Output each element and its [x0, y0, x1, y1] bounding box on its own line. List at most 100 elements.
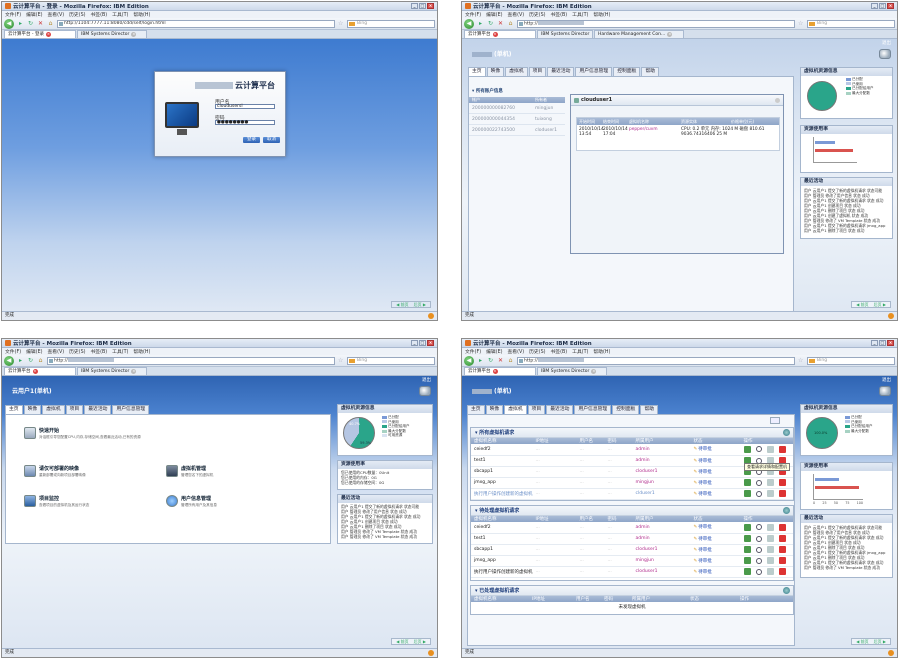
edit-icon[interactable]	[766, 557, 774, 564]
logout-link[interactable]: 退出	[422, 377, 431, 383]
edit-icon[interactable]	[766, 523, 774, 531]
close-dialog-icon[interactable]	[775, 98, 780, 103]
menu-view[interactable]: 查看(V)	[507, 11, 524, 18]
browser-tab-hmc[interactable]: Hardware Management Con... ×	[594, 30, 684, 38]
tab-images[interactable]: 映像	[486, 67, 505, 76]
table-row[interactable]: sbcapp1.........cloduser1待审批	[471, 544, 793, 556]
add-icon[interactable]	[743, 546, 751, 553]
project-monitor-item[interactable]: 项目监控 查看项目的虚拟机及其运行状态	[24, 495, 154, 508]
menu-help[interactable]: 帮助(H)	[133, 348, 150, 355]
table-row[interactable]: 200000000082760 mingjun	[469, 103, 565, 114]
edit-icon[interactable]	[766, 546, 774, 553]
search-input[interactable]: Bing	[807, 356, 895, 365]
approve-link[interactable]: 待审批	[694, 459, 712, 464]
home-icon[interactable]: ⌂	[47, 20, 54, 27]
edit-icon[interactable]	[766, 568, 774, 575]
add-icon[interactable]	[743, 535, 751, 542]
tab-vms[interactable]: 虚拟机	[504, 405, 527, 414]
menu-view[interactable]: 查看(V)	[47, 11, 64, 18]
edit-icon[interactable]	[766, 490, 774, 497]
approve-link[interactable]: 待审批	[694, 525, 712, 530]
stop-icon[interactable]: ✕	[37, 20, 44, 27]
search-icon[interactable]	[755, 479, 762, 486]
menu-tools[interactable]: 工具(T)	[572, 11, 588, 18]
logout-link[interactable]: 退出	[882, 40, 891, 46]
menu-tools[interactable]: 工具(T)	[112, 348, 128, 355]
menu-file[interactable]: 文件(F)	[5, 348, 21, 355]
tab-projects[interactable]: 项目	[527, 405, 546, 414]
search-input[interactable]: Bing	[807, 19, 895, 28]
menu-tools[interactable]: 工具(T)	[572, 348, 588, 355]
prev-page-button[interactable]: ◀ 前页	[856, 302, 868, 307]
home-icon[interactable]: ⌂	[507, 20, 514, 27]
table-row[interactable]: 执行用户操作创建新的虚拟机.........cloduser1待审批	[471, 566, 793, 578]
reload-icon[interactable]: ↻	[487, 20, 494, 27]
accounts-header[interactable]: ▾ 所有账户信息	[469, 87, 565, 97]
menu-tools[interactable]: 工具(T)	[112, 11, 128, 18]
menu-bookmarks[interactable]: 书签(B)	[91, 348, 108, 355]
url-bar[interactable]: http://	[47, 356, 335, 365]
forward-icon[interactable]: ▸	[17, 20, 24, 27]
delete-icon[interactable]	[778, 490, 786, 497]
tab-control-panel[interactable]: 控制面板	[613, 67, 641, 76]
search-input[interactable]: Bing	[347, 356, 435, 365]
toolbar-icon[interactable]	[770, 417, 780, 424]
reload-icon[interactable]: ↻	[27, 357, 34, 364]
tab-control-panel[interactable]: 控制面板	[612, 405, 640, 414]
tab-user-management[interactable]: 用户信息管理	[112, 405, 150, 414]
search-icon[interactable]	[755, 557, 762, 564]
browser-tab-app[interactable]: 云计算平台 - 登录 ×	[4, 30, 76, 38]
menu-bookmarks[interactable]: 书签(B)	[551, 348, 568, 355]
approve-link[interactable]: 待审批	[694, 548, 712, 553]
reload-icon[interactable]: ↻	[27, 20, 34, 27]
table-row[interactable]: ceiedf2.........admin待审批	[471, 444, 793, 456]
search-icon[interactable]	[755, 546, 762, 553]
next-page-button[interactable]: 后页 ▶	[414, 302, 426, 307]
bookmark-star-icon[interactable]: ☆	[798, 20, 804, 27]
close-tab-icon[interactable]: ×	[131, 369, 137, 374]
menu-file[interactable]: 文件(F)	[465, 11, 481, 18]
table-row[interactable]: jmxg_app.........mingjun待审批	[471, 477, 793, 489]
delete-icon[interactable]	[778, 557, 786, 564]
menu-history[interactable]: 历史(S)	[69, 11, 85, 18]
section-header[interactable]: ▾ 待处理虚拟机请求	[471, 506, 793, 516]
tab-activity[interactable]: 最近活动	[84, 405, 112, 414]
vm-management-item[interactable]: 虚拟机管理 管理您名下的虚拟机	[166, 465, 296, 478]
tab-user-management[interactable]: 用户信息管理	[575, 67, 613, 76]
search-icon[interactable]	[755, 568, 762, 575]
menu-edit[interactable]: 编辑(E)	[486, 11, 502, 18]
table-row[interactable]: 200000000044354 tuixong	[469, 114, 565, 125]
tab-vms[interactable]: 虚拟机	[42, 405, 65, 414]
search-input[interactable]: Bing	[347, 19, 435, 28]
menu-help[interactable]: 帮助(H)	[593, 348, 610, 355]
home-icon[interactable]: ⌂	[507, 357, 514, 364]
bookmark-star-icon[interactable]: ☆	[338, 20, 344, 27]
add-icon[interactable]	[743, 568, 751, 575]
menu-file[interactable]: 文件(F)	[465, 348, 481, 355]
quick-start-item[interactable]: 快速开始 对话框引导您配置CPU,内存,存储空间,查看最近活动,已有的资源	[24, 427, 154, 440]
maximize-button[interactable]: □	[419, 3, 426, 9]
url-bar[interactable]: http://	[517, 19, 795, 28]
tab-help[interactable]: 帮助	[640, 405, 659, 414]
table-row[interactable]: 执行用户操作创建新的虚拟机.........clduser1待审批	[471, 488, 793, 500]
close-tab-icon[interactable]: ×	[667, 32, 673, 37]
close-tab-icon[interactable]: ×	[32, 369, 38, 374]
forward-icon[interactable]: ▸	[17, 357, 24, 364]
menu-history[interactable]: 历史(S)	[69, 348, 85, 355]
edit-icon[interactable]	[766, 479, 774, 486]
table-row[interactable]: 200000022743500 cloduser1	[469, 125, 565, 136]
maximize-button[interactable]: □	[879, 3, 886, 9]
password-input[interactable]: ●●●●●●●●	[215, 120, 275, 125]
menu-history[interactable]: 历史(S)	[529, 348, 545, 355]
close-button[interactable]: ×	[427, 3, 434, 9]
minimize-button[interactable]: _	[871, 3, 878, 9]
close-tab-icon[interactable]: ×	[492, 369, 498, 374]
menu-history[interactable]: 历史(S)	[529, 11, 545, 18]
back-button[interactable]: ◀	[464, 355, 474, 366]
tab-images[interactable]: 映像	[485, 405, 504, 414]
minimize-button[interactable]: _	[411, 3, 418, 9]
menu-edit[interactable]: 编辑(E)	[26, 11, 42, 18]
add-icon[interactable]	[743, 523, 751, 531]
delete-icon[interactable]	[778, 479, 786, 486]
add-icon[interactable]	[743, 445, 751, 453]
